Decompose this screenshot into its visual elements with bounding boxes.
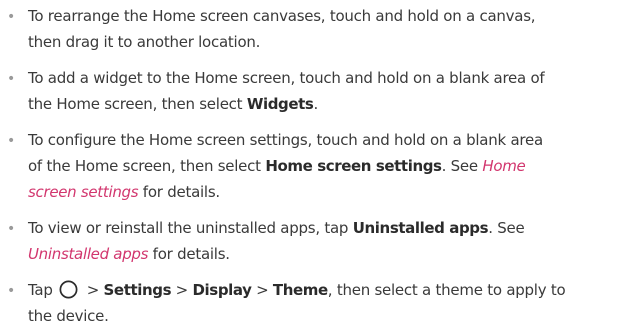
item-text: of the Home screen, then select [28,157,266,175]
path-separator: > [251,281,273,299]
item-text: , then select a theme to apply to [327,281,566,299]
item-text: for details. [138,183,220,201]
path-separator: > [171,281,193,299]
item-line: the Home screen, then select Widgets. [28,93,318,115]
item-text: . See [441,157,483,175]
item-line: To view or reinstall the uninstalled app… [28,217,525,239]
item-text: Tap [28,281,58,299]
item-line: of the Home screen, then select Home scr… [28,155,526,177]
item-text: for details. [148,245,230,263]
cross-reference-link[interactable]: screen settings [28,183,139,201]
item-text: To view or reinstall the uninstalled app… [28,219,353,237]
menu-term-uninstalled-apps: Uninstalled apps [352,219,489,237]
path-separator: > [82,281,104,299]
item-line: then drag it to another location. [28,33,261,51]
bullet: • [7,283,16,299]
cross-reference-link[interactable]: Uninstalled apps [28,245,148,263]
menu-term-settings: Settings [103,281,172,299]
bullet: • [7,221,16,237]
menu-term-theme: Theme [272,281,328,299]
item-text: . [313,95,318,113]
bullet: • [7,133,16,149]
menu-term-display: Display [192,281,252,299]
item-line: Uninstalled apps for details. [28,243,230,265]
item-line: To rearrange the Home screen canvases, t… [28,7,536,25]
menu-term-home-screen-settings: Home screen settings [265,157,442,175]
cross-reference-link[interactable]: Home [482,157,525,175]
bullet: • [7,71,16,87]
menu-term-widgets: Widgets [246,95,314,113]
item-line: screen settings for details. [28,181,220,203]
item-line: To add a widget to the Home screen, touc… [28,69,545,87]
item-text: . See [488,219,525,237]
item-line: the device. [28,307,109,325]
item-line: To configure the Home screen settings, t… [28,131,543,149]
item-text: the Home screen, then select [28,95,247,113]
item-line: Tap > Settings > Display > Theme, then s… [28,279,566,301]
bullet: • [7,9,16,25]
home-circle-icon [59,280,78,299]
